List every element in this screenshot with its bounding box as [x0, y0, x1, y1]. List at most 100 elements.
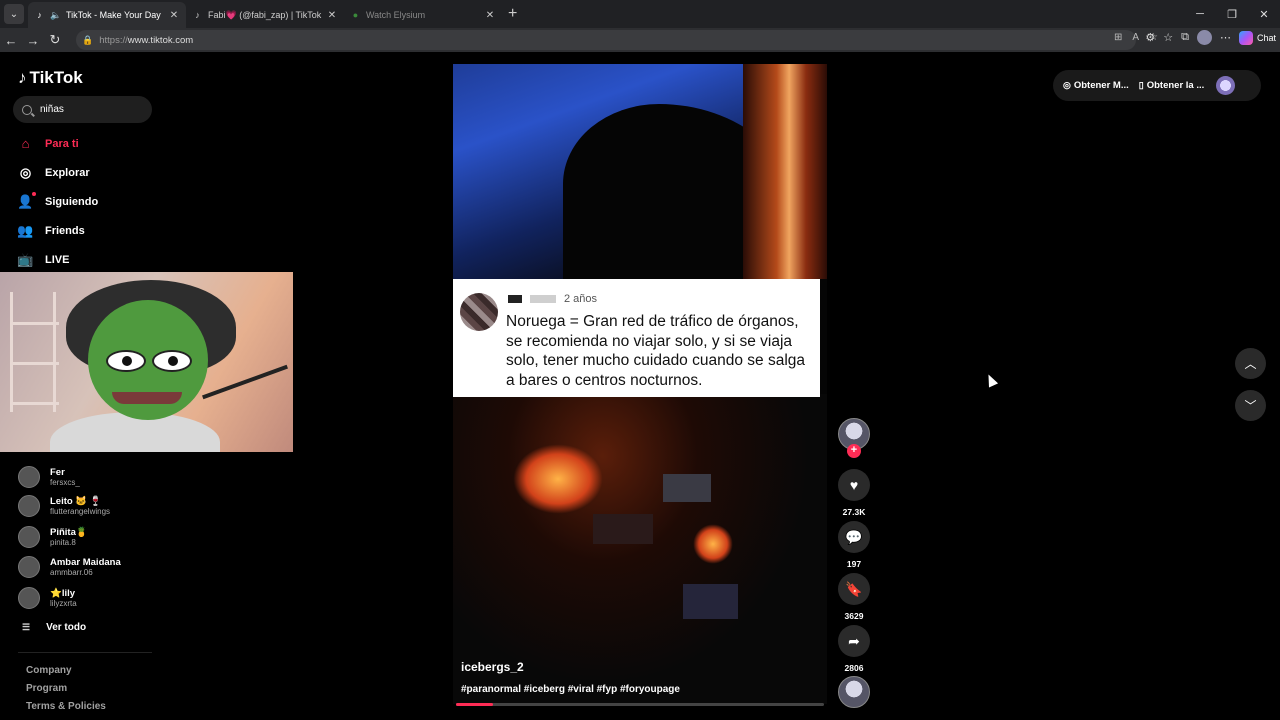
tab-title: Watch Elysium: [366, 10, 426, 20]
minimize-icon[interactable]: ─: [1184, 0, 1216, 28]
video-progress-bar[interactable]: [456, 703, 824, 706]
shelf-decoration: [10, 292, 59, 412]
comment-count: 197: [846, 559, 862, 569]
next-video-button[interactable]: ﹀: [1235, 390, 1266, 421]
redacted-name: [508, 295, 522, 303]
audio-icon[interactable]: 🔈: [50, 10, 61, 21]
back-icon[interactable]: ←: [0, 33, 22, 48]
video-fire: [513, 444, 603, 514]
collections-icon[interactable]: ⧉: [1181, 31, 1189, 44]
user-avatar[interactable]: [1216, 76, 1236, 95]
followed-account[interactable]: ⭐lily lilyzxrta: [18, 587, 77, 609]
video-author[interactable]: icebergs_2: [461, 660, 524, 674]
share-icon[interactable]: ➦: [838, 625, 870, 657]
comment-time: 2 años: [564, 293, 598, 305]
save-action: 🔖 3629: [838, 573, 870, 621]
extensions-icon[interactable]: ⚙: [1145, 31, 1155, 44]
video-house: [593, 514, 653, 544]
compass-icon: ◎: [19, 164, 32, 180]
maximize-icon[interactable]: ❐: [1216, 0, 1248, 28]
translate-icon[interactable]: A: [1132, 32, 1139, 43]
nav-para-ti[interactable]: ⌂ Para ti: [18, 136, 79, 151]
followed-account[interactable]: Ambar Maidana ammbarr.06: [18, 556, 121, 578]
top-right-actions: ◎ Obtener M... ▯ Obtener la ...: [1053, 70, 1261, 101]
video-house: [683, 584, 738, 619]
account-username: pinita.8: [50, 538, 76, 547]
nav-live[interactable]: 📺 LIVE: [17, 252, 69, 267]
lock-icon[interactable]: 🔒: [82, 35, 93, 46]
account-username: ammbarr.06: [50, 568, 93, 577]
follow-plus-icon[interactable]: +: [847, 444, 861, 458]
comment-text: Noruega = Gran red de tráfico de órganos…: [506, 313, 806, 389]
see-all-button[interactable]: ☰ Ver todo: [22, 622, 86, 633]
app-icon[interactable]: ⊞: [1114, 32, 1122, 43]
followed-account[interactable]: Fer fersxcs_: [18, 466, 80, 488]
chat-label: Chat: [1256, 32, 1276, 43]
video-hashtags[interactable]: #paranormal #iceberg #viral #fyp #foryou…: [461, 684, 680, 695]
close-icon[interactable]: ✕: [484, 10, 496, 21]
tiktok-logo[interactable]: ♪ TikTok: [18, 68, 83, 88]
music-disc[interactable]: [838, 676, 870, 708]
search-input[interactable]: niñas: [13, 96, 152, 123]
previous-video-button[interactable]: ︿: [1235, 348, 1266, 379]
tab-elysium[interactable]: ● Watch Elysium ✕: [344, 2, 502, 28]
more-icon[interactable]: ⋯: [1220, 31, 1231, 44]
redacted-name: [530, 295, 556, 303]
favorites-icon[interactable]: ☆: [1163, 31, 1173, 44]
new-tab-button[interactable]: +: [508, 5, 517, 23]
see-all-label: Ver todo: [46, 622, 87, 633]
account-username: flutterangelwings: [50, 507, 111, 516]
tab-actions-menu[interactable]: ⌄: [4, 4, 24, 24]
get-app-label: Obtener la ...: [1146, 80, 1205, 91]
close-icon[interactable]: ✕: [326, 10, 338, 21]
tab-tiktok[interactable]: ♪ 🔈 TikTok - Make Your Day ✕: [28, 2, 186, 28]
avatar: [18, 526, 40, 548]
mouse-cursor: [983, 372, 999, 388]
footer-program-link[interactable]: Program: [26, 683, 67, 694]
account-name: Leito 🐱 🍷: [50, 496, 102, 507]
video-progress-fill: [456, 703, 493, 706]
heart-icon[interactable]: ♥: [838, 469, 870, 501]
chevron-up-icon: ︿: [1244, 357, 1257, 371]
coin-icon: ◎: [1063, 80, 1071, 90]
logo-text: TikTok: [29, 68, 83, 87]
followed-account[interactable]: Piñita🍍 pinita.8: [18, 526, 88, 548]
search-value: niñas: [40, 104, 64, 115]
bookmark-icon[interactable]: 🔖: [838, 573, 870, 605]
commenter-avatar: [460, 293, 498, 331]
copilot-icon: [1238, 30, 1253, 45]
share-action: ➦ 2806: [838, 625, 870, 673]
nav-friends[interactable]: 👥 Friends: [17, 223, 84, 238]
avatar: [18, 495, 40, 517]
get-app-button[interactable]: ▯ Obtener la ...: [1139, 80, 1205, 91]
tab-fabi[interactable]: ♪ Fabi💗 (@fabi_zap) | TikTok ✕: [186, 2, 344, 28]
nav-explorar[interactable]: ◎ Explorar: [18, 165, 90, 180]
account-username: fersxcs_: [50, 478, 80, 487]
nav-siguiendo[interactable]: 👤 Siguiendo: [17, 192, 98, 209]
like-action: ♥ 27.3K: [838, 469, 870, 517]
avatar: [18, 587, 40, 609]
comment-icon[interactable]: 💬: [838, 521, 870, 553]
tiktok-icon: ♪: [37, 9, 42, 20]
browser-tab-bar: ⌄ ♪ 🔈 TikTok - Make Your Day ✕ ♪ Fabi💗 (…: [0, 0, 1280, 28]
comment-overlay: 2 años Noruega = Gran red de tráfico de …: [453, 279, 820, 397]
account-name: Piñita🍍: [50, 527, 88, 538]
followed-account[interactable]: Leito 🐱 🍷 flutterangelwings: [18, 495, 110, 517]
footer-company-link[interactable]: Company: [26, 665, 72, 676]
nav-label: Para ti: [45, 137, 79, 150]
refresh-icon[interactable]: ↻: [44, 32, 66, 48]
url-scheme: https://: [99, 34, 128, 46]
url-field[interactable]: 🔒 https://www.tiktok.com: [76, 30, 1136, 50]
get-coins-button[interactable]: ◎ Obtener M...: [1063, 80, 1129, 91]
chevron-down-icon: ﹀: [1244, 399, 1257, 413]
forward-icon[interactable]: →: [22, 33, 44, 48]
close-window-icon[interactable]: ✕: [1248, 0, 1280, 28]
close-icon[interactable]: ✕: [168, 10, 180, 21]
copilot-chat-button[interactable]: Chat: [1238, 30, 1276, 45]
profile-avatar[interactable]: [1196, 30, 1212, 45]
sound-disc-icon: [838, 676, 870, 708]
footer-terms-link[interactable]: Terms & Policies: [26, 701, 106, 712]
creator-avatar-button[interactable]: +: [838, 418, 870, 462]
tab-title: TikTok - Make Your Day: [66, 10, 161, 20]
url-host: www.tiktok.com: [127, 34, 194, 46]
